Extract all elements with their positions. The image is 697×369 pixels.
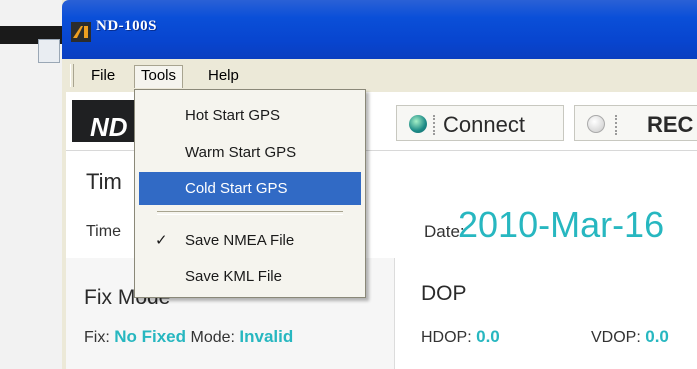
brand-logo-text: ND	[90, 112, 128, 142]
background-toolbar-icon[interactable]	[38, 39, 60, 63]
vdop-value: 0.0	[645, 327, 669, 346]
menu-grip	[70, 64, 74, 87]
menu-separator	[157, 211, 343, 215]
separator-dots	[615, 115, 619, 135]
mode-label: Mode:	[190, 329, 235, 346]
separator-dots	[433, 115, 437, 135]
menu-item-hot-start-gps[interactable]: Hot Start GPS	[139, 99, 361, 132]
menu-item-label: Warm Start GPS	[185, 144, 297, 161]
tools-dropdown-menu: Hot Start GPS Warm Start GPS Cold Start …	[134, 89, 366, 298]
checkmark-icon: ✓	[155, 232, 168, 249]
vdop-readout: VDOP: 0.0	[591, 327, 669, 347]
fix-value: No Fixed	[114, 327, 187, 346]
date-value: 2010-Mar-16	[458, 204, 665, 245]
menu-item-label: Hot Start GPS	[185, 107, 281, 124]
hdop-value: 0.0	[476, 327, 500, 346]
menu-item-save-kml-file[interactable]: Save KML File	[139, 260, 361, 293]
time-panel-title: Tim	[86, 169, 122, 194]
menu-help[interactable]: Help	[203, 66, 244, 85]
menu-bar: File Tools Help	[62, 59, 697, 92]
title-bar[interactable]: ND-100S	[62, 0, 697, 59]
mode-value: Invalid	[239, 327, 294, 346]
fix-status-line: Fix: No Fixed Mode: Invalid	[84, 327, 293, 347]
dop-panel: DOP HDOP: 0.0 VDOP: 0.0	[396, 258, 697, 369]
record-button[interactable]: REC	[574, 105, 697, 141]
connect-button[interactable]: Connect	[396, 105, 564, 141]
connect-status-icon	[409, 115, 427, 133]
menu-item-cold-start-gps[interactable]: Cold Start GPS	[139, 172, 361, 205]
menu-tools[interactable]: Tools	[134, 65, 184, 88]
menu-item-label: Save KML File	[185, 268, 282, 285]
record-label: REC	[647, 112, 694, 137]
desktop-background	[0, 0, 62, 369]
window-title: ND-100S	[96, 18, 158, 34]
menu-item-label: Cold Start GPS	[185, 180, 288, 197]
hdop-label: HDOP:	[421, 329, 472, 346]
time-label: Time	[86, 223, 121, 240]
vdop-label: VDOP:	[591, 329, 641, 346]
menu-file[interactable]: File	[86, 66, 120, 85]
dop-title: DOP	[421, 282, 467, 305]
record-status-icon	[587, 115, 605, 133]
hdop-readout: HDOP: 0.0	[421, 327, 500, 347]
connect-label: Connect	[443, 112, 525, 137]
menu-item-label: Save NMEA File	[185, 232, 295, 249]
fix-label: Fix:	[84, 329, 110, 346]
menu-item-warm-start-gps[interactable]: Warm Start GPS	[139, 136, 361, 169]
menu-item-save-nmea-file[interactable]: ✓ Save NMEA File	[139, 224, 361, 257]
app-logo-icon	[71, 22, 91, 42]
